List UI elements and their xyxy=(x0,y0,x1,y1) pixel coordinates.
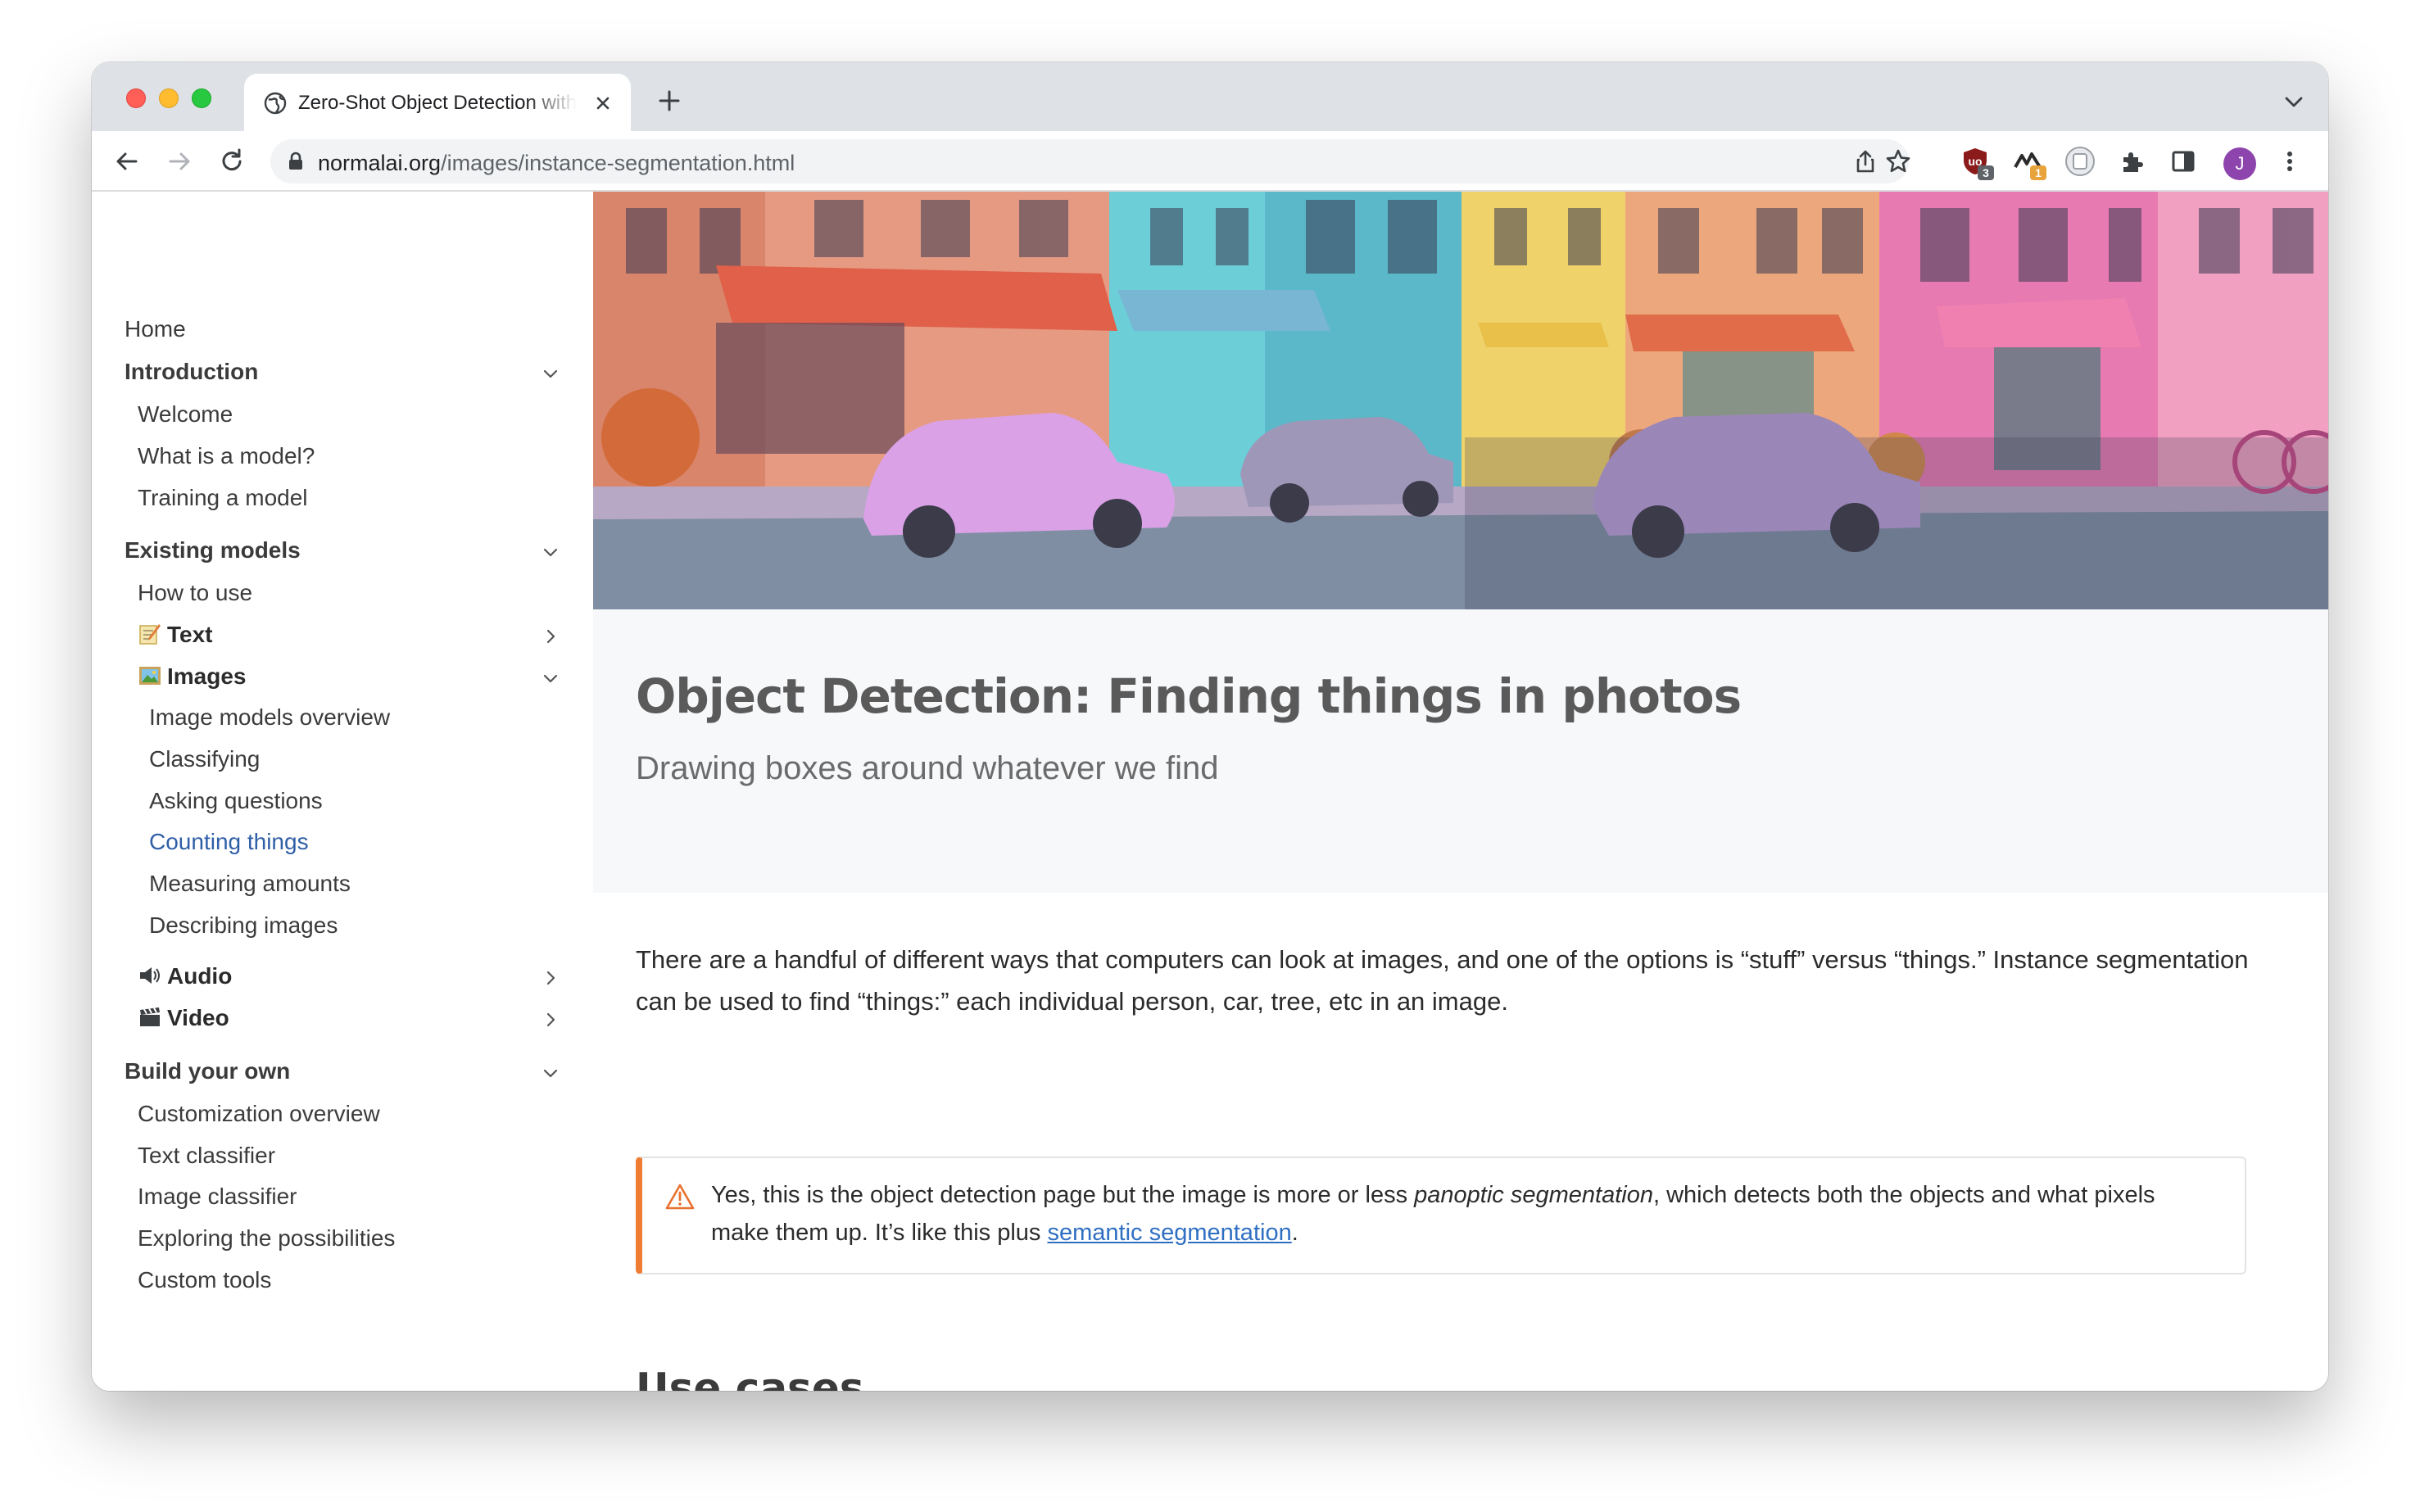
clapperboard-icon xyxy=(140,1007,160,1026)
docs-sidebar: Home Introduction Welcome What is a mode… xyxy=(92,192,593,1391)
sidebar-item-custom-tools[interactable]: Custom tools xyxy=(92,1264,593,1300)
sidebar-item-home[interactable]: Home xyxy=(92,313,593,349)
warning-icon xyxy=(665,1184,695,1210)
callout-emphasis: panoptic segmentation xyxy=(1414,1182,1653,1208)
wappalyzer-icon[interactable]: 1 xyxy=(2012,146,2046,180)
minimize-window-button[interactable] xyxy=(159,88,179,108)
sidebar-item-what-is-a-model[interactable]: What is a model? xyxy=(92,440,593,476)
sidebar-item-asking-questions[interactable]: Asking questions xyxy=(92,785,593,821)
page-title: Object Detection: Finding things in phot… xyxy=(636,668,1742,724)
sidebar-item-describing-images[interactable]: Describing images xyxy=(92,909,593,945)
sidebar-item-training-a-model[interactable]: Training a model xyxy=(92,482,593,518)
chevron-down-icon[interactable] xyxy=(541,364,560,383)
chevron-right-icon[interactable] xyxy=(541,627,560,646)
tab-search-chevron-icon[interactable] xyxy=(2282,92,2305,111)
chevron-down-icon[interactable] xyxy=(541,542,560,562)
chevron-right-icon[interactable] xyxy=(541,1010,560,1030)
sidebar-item-image-classifier[interactable]: Image classifier xyxy=(92,1180,593,1216)
forward-arrow-icon[interactable] xyxy=(165,147,193,175)
browser-toolbar: normalai.org/images/instance-segmentatio… xyxy=(92,131,2328,192)
reload-icon[interactable] xyxy=(218,147,246,175)
wappalyzer-badge: 1 xyxy=(2030,165,2046,180)
ublock-badge: 3 xyxy=(1978,165,1994,180)
new-tab-icon[interactable] xyxy=(657,88,682,113)
address-bar[interactable]: normalai.org/images/instance-segmentatio… xyxy=(270,139,1909,183)
framed-picture-icon xyxy=(139,667,161,685)
sidebar-item-counting-things[interactable]: Counting things xyxy=(92,826,593,862)
title-band: Object Detection: Finding things in phot… xyxy=(593,609,2328,893)
sidebar-item-welcome[interactable]: Welcome xyxy=(92,398,593,434)
lock-icon[interactable] xyxy=(287,152,305,171)
close-window-button[interactable] xyxy=(126,88,146,108)
intro-paragraph: There are a handful of different ways th… xyxy=(636,945,2249,1016)
use-cases-heading: Use cases xyxy=(636,1365,864,1391)
sidebar-subsection-audio[interactable]: Audio xyxy=(92,960,593,996)
sidebar-subsection-images[interactable]: Images xyxy=(92,660,593,696)
sidebar-subsection-video[interactable]: Video xyxy=(92,1002,593,1038)
semantic-segmentation-link[interactable]: semantic segmentation xyxy=(1047,1220,1291,1246)
warning-callout: Yes, this is the object detection page b… xyxy=(636,1157,2246,1274)
maximize-window-button[interactable] xyxy=(192,88,211,108)
sidebar-item-classifying[interactable]: Classifying xyxy=(92,743,593,779)
callout-text: Yes, this is the object detection page b… xyxy=(711,1182,2155,1246)
speaker-icon xyxy=(140,967,160,984)
sidebar-item-customization-overview[interactable]: Customization overview xyxy=(92,1098,593,1134)
sidebar-item-how-to-use[interactable]: How to use xyxy=(92,577,593,613)
browser-window: Zero-Shot Object Detection with normalai… xyxy=(92,62,2328,1391)
page-subtitle: Drawing boxes around whatever we find xyxy=(636,750,1219,786)
extensions-puzzle-icon[interactable] xyxy=(2119,147,2146,175)
sidebar-subsection-text[interactable]: Text xyxy=(92,618,593,654)
sidebar-item-exploring-the-possibilities[interactable]: Exploring the possibilities xyxy=(92,1222,593,1258)
main-content: Object Detection: Finding things in phot… xyxy=(593,192,2328,1391)
memo-icon xyxy=(139,624,161,645)
sidebar-item-measuring-amounts[interactable]: Measuring amounts xyxy=(92,867,593,903)
share-icon[interactable] xyxy=(1851,147,1879,175)
globe-icon xyxy=(264,92,287,115)
hero-image xyxy=(593,192,2328,609)
side-panel-icon[interactable] xyxy=(2169,147,2197,175)
kebab-menu-icon[interactable] xyxy=(2276,147,2304,175)
tab-strip: Zero-Shot Object Detection with xyxy=(92,62,2328,131)
bookmark-star-icon[interactable] xyxy=(1884,147,1912,175)
readability-icon[interactable] xyxy=(2064,146,2096,177)
chevron-right-icon[interactable] xyxy=(541,968,560,988)
sidebar-section-build-your-own[interactable]: Build your own xyxy=(92,1055,593,1091)
sidebar-item-text-classifier[interactable]: Text classifier xyxy=(92,1139,593,1175)
back-arrow-icon[interactable] xyxy=(113,147,141,175)
sidebar-item-image-models-overview[interactable]: Image models overview xyxy=(92,701,593,737)
profile-avatar[interactable]: J xyxy=(2223,147,2256,180)
tab-title: Zero-Shot Object Detection with xyxy=(298,92,577,114)
active-tab[interactable]: Zero-Shot Object Detection with xyxy=(244,74,631,131)
url-text[interactable]: normalai.org/images/instance-segmentatio… xyxy=(318,151,795,176)
sidebar-section-existing-models[interactable]: Existing models xyxy=(92,534,593,570)
chevron-down-icon[interactable] xyxy=(541,668,560,688)
close-tab-icon[interactable] xyxy=(591,92,614,115)
chevron-down-icon[interactable] xyxy=(541,1063,560,1083)
ublock-origin-icon[interactable]: uo 3 xyxy=(1960,146,1994,180)
reader-icon xyxy=(2065,147,2095,176)
sidebar-section-introduction[interactable]: Introduction xyxy=(92,355,593,392)
